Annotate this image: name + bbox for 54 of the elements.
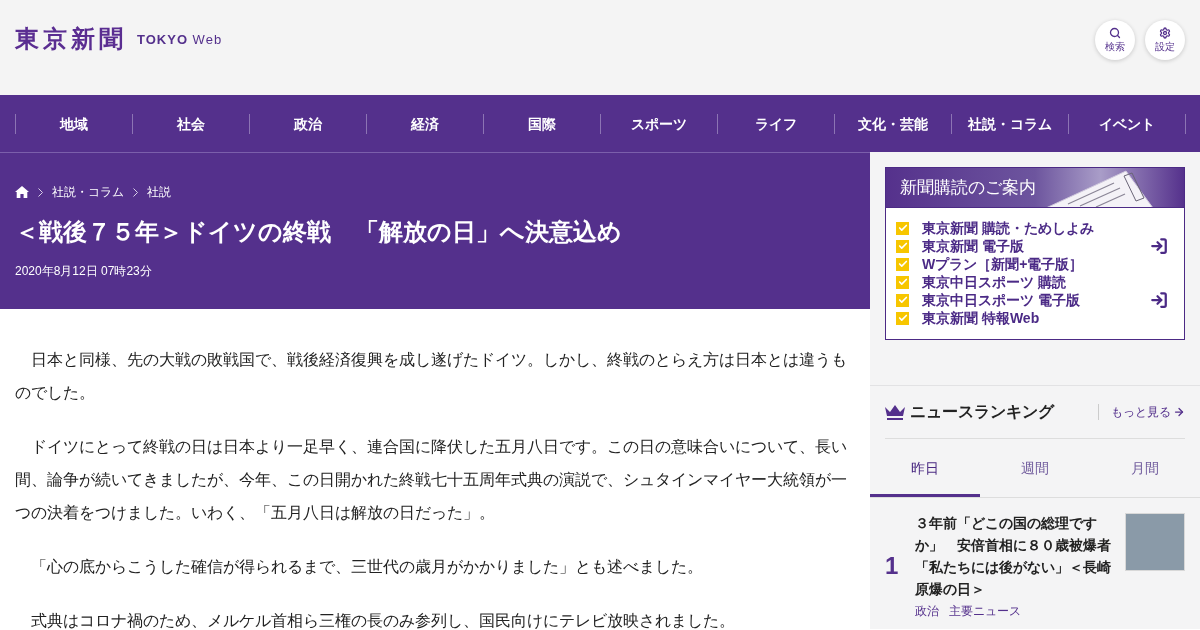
subscription-link[interactable]: 東京中日スポーツ 購読 [922,273,1066,291]
rank-number: 1 [885,552,900,580]
logo-subtitle: TOKYO Web [137,32,223,48]
check-icon [896,257,909,271]
nav-link[interactable]: 国際 [484,113,601,134]
ranking-tab[interactable]: 昨日 [870,439,980,497]
nav-link[interactable]: 社会 [133,113,250,134]
article-paragraph: ドイツにとって終戦の日は日本より一足早く、連合国に降伏した五月八日です。この日の意味合いについて、長い間、論争が続いてきましたが、今年、この日開かれた終戦七十五周年式典の演説で、シュタインマイヤー大統領が一つの決着をつけました。いわく、「五月八日は解放の日だった」。 [15,437,848,523]
nav-link[interactable]: 地域 [16,113,133,134]
check-icon [896,239,909,253]
panel-title: 新聞購読のご案内 [900,176,1036,199]
ranking-tab[interactable]: 月間 [1090,439,1200,497]
ranking-article-link[interactable]: ３年前「どこの国の総理ですか」 安倍首相に８０歳被爆者「私たちには後がない」＜長崎原爆の日＞ [915,512,1115,600]
search-button[interactable]: 検索 [1095,20,1135,60]
photo-placeholder [1125,513,1185,571]
article-title: ＜戦後７５年＞ドイツの終戦 「解放の日」へ決意込め [15,217,623,247]
article-paragraph: 「心の底からこうした確信が得られるまで、三世代の歳月がかかりました」とも述べました。 [30,557,704,577]
category-tag[interactable]: 主要ニュース [949,602,1021,620]
nav-link[interactable]: イベント [1069,113,1186,134]
article-paragraph: 日本と同様、先の大戦の敗戦国で、戦後経済復興を成し遂げたドイツ。しかし、終戦のとらえ方は日本とは違うものでした。 [15,350,848,403]
crown-icon [885,404,905,420]
breadcrumb-link[interactable]: 社説 [147,184,171,200]
breadcrumb-link[interactable]: 社説・コラム [52,184,124,200]
subscription-link[interactable]: 東京中日スポーツ 電子版 [922,291,1080,309]
settings-icon [1159,27,1171,39]
check-icon [896,311,909,325]
check-icon [896,293,909,307]
login-icon[interactable] [1150,237,1168,255]
ranking-tab[interactable]: 週間 [980,439,1090,497]
subscription-link[interactable]: 東京新聞 購読・ためしよみ [922,219,1094,237]
nav-link[interactable]: 政治 [250,113,367,134]
more-link[interactable]: もっと見る [1098,404,1185,420]
subscription-link[interactable]: Wプラン［新聞+電子版］ [922,255,1084,273]
ranking-title: ニュースランキング [910,402,1054,422]
nav-link[interactable]: 文化・芸能 [835,113,952,134]
arrow-right-icon [1173,406,1185,418]
category-tag[interactable]: 政治 [915,602,939,620]
nav-link[interactable]: 経済 [367,113,484,134]
subscription-link[interactable]: 東京新聞 特報Web [922,309,1040,327]
chevron-icon [38,187,43,197]
subscription-link[interactable]: 東京新聞 電子版 [922,237,1024,255]
home-icon[interactable] [15,186,29,198]
nav-link[interactable]: スポーツ [601,113,718,134]
nav-link[interactable]: ライフ [718,113,835,134]
login-icon[interactable] [1150,291,1168,309]
check-icon [896,275,909,289]
search-icon [1109,27,1121,39]
article-paragraph: 式典はコロナ禍のため、メルケル首相ら三権の長のみ参列し、国民向けにテレビ放映されました。 [30,611,736,630]
check-icon [896,221,909,235]
site-logo[interactable]: 東京新聞 [15,24,127,54]
settings-button[interactable]: 設定 [1145,20,1185,60]
nav-link[interactable]: 社説・コラム [952,113,1069,134]
article-date: 2020年8月12日 07時23分 [15,263,153,279]
chevron-icon [133,187,138,197]
